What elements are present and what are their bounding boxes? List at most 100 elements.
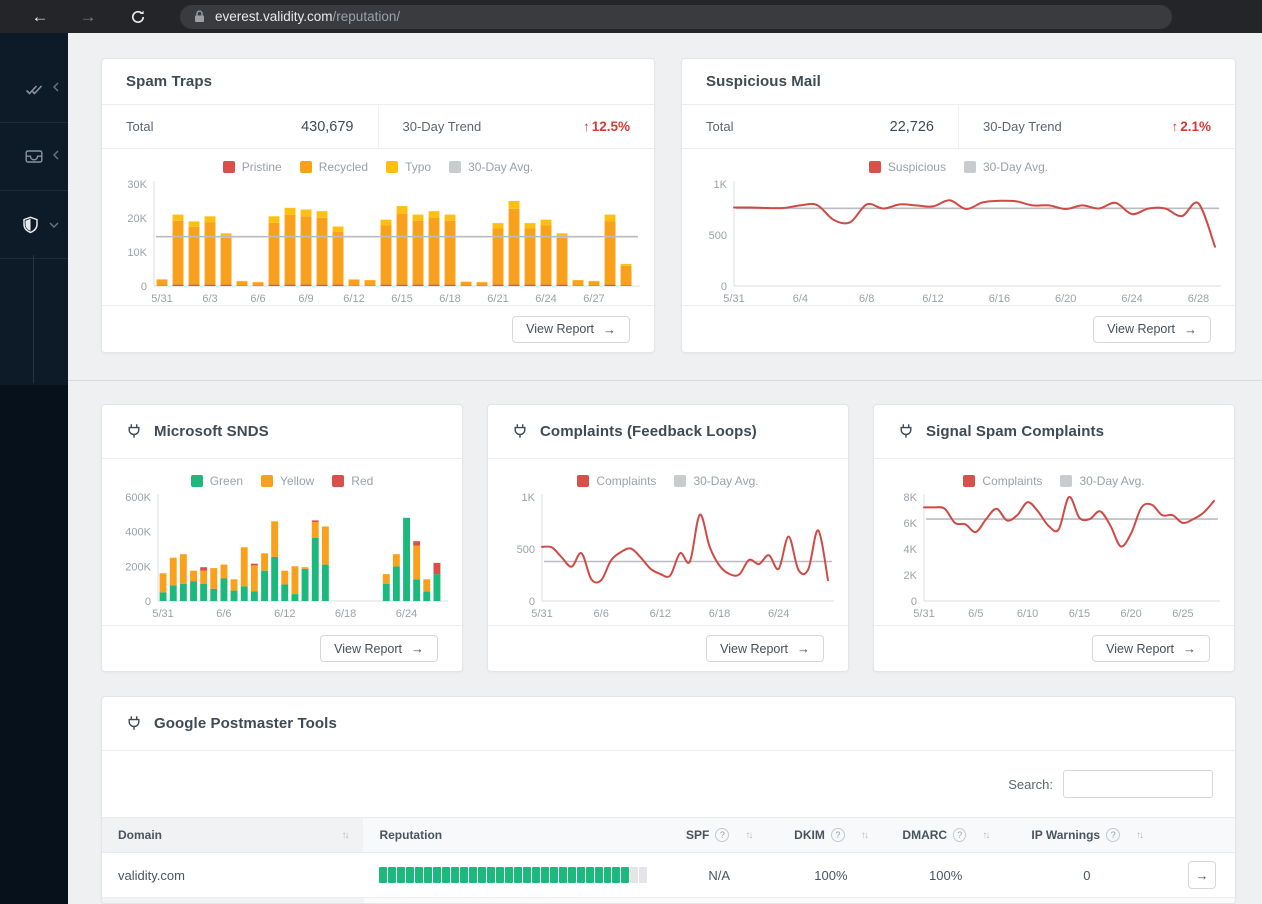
svg-text:6/18: 6/18 bbox=[335, 608, 356, 620]
legend-item: Complaints bbox=[577, 474, 656, 488]
svg-text:500: 500 bbox=[709, 230, 727, 242]
spf-cell: N/A bbox=[708, 867, 730, 883]
signal-spam-card: Signal Spam Complaints Complaints 30-Day … bbox=[873, 404, 1235, 672]
chart-legend: Pristine Recycled Typo 30-Day Avg. bbox=[102, 156, 654, 178]
integration-plug-icon bbox=[126, 715, 142, 732]
svg-text:6/6: 6/6 bbox=[594, 608, 609, 620]
trend-value: ↑ 2.1% bbox=[1171, 119, 1211, 134]
column-header-ip-warnings[interactable]: IP Warnings? ↑↓ bbox=[1004, 818, 1169, 852]
svg-text:6K: 6K bbox=[904, 518, 918, 530]
svg-text:6/20: 6/20 bbox=[1120, 608, 1141, 620]
total-label: Total bbox=[126, 119, 154, 134]
next-table-row-partial bbox=[102, 897, 1235, 903]
legend-item: Typo bbox=[386, 160, 431, 174]
help-icon[interactable]: ? bbox=[830, 828, 845, 842]
legend-item: Pristine bbox=[222, 160, 282, 174]
svg-text:6/12: 6/12 bbox=[274, 608, 295, 620]
svg-text:0: 0 bbox=[529, 596, 535, 608]
shield-icon bbox=[22, 216, 39, 234]
svg-text:6/8: 6/8 bbox=[859, 293, 874, 305]
url-path: /reputation/ bbox=[332, 9, 401, 24]
svg-text:6/10: 6/10 bbox=[1017, 608, 1038, 620]
svg-text:8K: 8K bbox=[904, 492, 918, 504]
domain-cell: validity.com bbox=[118, 867, 185, 883]
sidebar-item-inbox[interactable] bbox=[0, 123, 68, 191]
sort-icon[interactable]: ↑↓ bbox=[341, 830, 349, 841]
trend-label: 30-Day Trend bbox=[402, 119, 482, 134]
legend-item: 30-Day Avg. bbox=[449, 160, 533, 174]
integration-plug-icon bbox=[512, 423, 528, 440]
browser-toolbar: ← → everest.validity.com/reputation/ bbox=[0, 0, 1262, 33]
svg-text:0: 0 bbox=[721, 281, 727, 293]
column-header-dmarc[interactable]: DMARC? ↑↓ bbox=[886, 818, 1004, 852]
arrow-right-icon: → bbox=[797, 641, 810, 656]
complaints-chart: 0 500 1K 5/31 6/6 6/12 6/18 6/24 bbox=[517, 492, 834, 620]
chart-legend: Green Yellow Red bbox=[102, 471, 462, 491]
svg-text:6/12: 6/12 bbox=[650, 608, 671, 620]
url-host: everest.validity.com bbox=[215, 9, 333, 24]
submenu-guide-line bbox=[33, 255, 34, 383]
svg-text:6/24: 6/24 bbox=[535, 293, 556, 305]
table-row: validity.com N/A 100% 100% 0 → bbox=[102, 853, 1235, 897]
search-label: Search: bbox=[1008, 776, 1053, 792]
row-detail-arrow-button[interactable]: → bbox=[1188, 861, 1217, 889]
trend-value: ↑ 12.5% bbox=[582, 119, 630, 134]
browser-forward-button[interactable]: → bbox=[74, 7, 102, 27]
help-icon[interactable]: ? bbox=[1106, 828, 1121, 842]
svg-text:0: 0 bbox=[141, 281, 147, 293]
dmarc-cell: 100% bbox=[929, 867, 963, 883]
microsoft-snds-card: Microsoft SNDS Green Yellow Red 0 200K 400K 6… bbox=[101, 404, 463, 672]
legend-item: 30-Day Avg. bbox=[963, 160, 1048, 174]
column-header-spf[interactable]: SPF? ↑↓ bbox=[663, 818, 775, 852]
double-check-icon bbox=[25, 81, 43, 97]
svg-text:6/5: 6/5 bbox=[968, 608, 983, 620]
svg-text:6/12: 6/12 bbox=[343, 293, 364, 305]
svg-text:5/31: 5/31 bbox=[152, 608, 173, 620]
sidebar-item-verification[interactable] bbox=[0, 55, 68, 123]
search-input[interactable] bbox=[1063, 770, 1213, 798]
sidebar-item-reputation[interactable] bbox=[0, 191, 68, 259]
svg-text:0: 0 bbox=[911, 596, 917, 608]
svg-text:6/9: 6/9 bbox=[298, 293, 313, 305]
row-action-cell: → bbox=[1169, 853, 1235, 897]
svg-text:6/12: 6/12 bbox=[922, 293, 943, 305]
reputation-bar bbox=[379, 867, 648, 883]
browser-reload-icon[interactable] bbox=[124, 9, 152, 25]
section-divider bbox=[68, 380, 1262, 381]
url-bar[interactable]: everest.validity.com/reputation/ bbox=[180, 4, 1172, 29]
spam-traps-card: Spam Traps Total 430,679 30-Day Trend ↑ 1… bbox=[101, 58, 655, 353]
view-report-button[interactable]: View Report → bbox=[512, 315, 630, 343]
view-report-button[interactable]: View Report → bbox=[1093, 315, 1211, 343]
chart-legend: Complaints 30-Day Avg. bbox=[874, 471, 1234, 491]
column-header-dkim[interactable]: DKIM? ↑↓ bbox=[775, 818, 887, 852]
card-title: Microsoft SNDS bbox=[154, 423, 269, 440]
suspicious-mail-card: Suspicious Mail Total 22,726 30-Day Tren… bbox=[681, 58, 1236, 353]
view-report-button[interactable]: View Report → bbox=[1092, 635, 1210, 662]
sidebar-lower-panel bbox=[0, 385, 68, 904]
view-report-button[interactable]: View Report → bbox=[320, 635, 438, 662]
svg-text:5/31: 5/31 bbox=[531, 608, 552, 620]
trend-up-icon: ↑ bbox=[1171, 119, 1179, 134]
sort-icon[interactable]: ↑↓ bbox=[1136, 830, 1144, 841]
legend-item: Recycled bbox=[299, 160, 368, 174]
suspicious-mail-chart: 0 500 1K 5/31 6/4 6/8 6/12 6/16 6/20 6/24 6/28 bbox=[709, 179, 1221, 305]
view-report-button[interactable]: View Report → bbox=[706, 635, 824, 662]
dkim-cell: 100% bbox=[814, 867, 848, 883]
chevron-left-icon bbox=[52, 148, 60, 166]
svg-text:0: 0 bbox=[145, 596, 151, 608]
help-icon[interactable]: ? bbox=[715, 828, 730, 842]
sort-icon[interactable]: ↑↓ bbox=[982, 830, 990, 841]
help-icon[interactable]: ? bbox=[953, 828, 967, 842]
svg-text:10K: 10K bbox=[127, 247, 147, 259]
svg-text:200K: 200K bbox=[125, 561, 151, 573]
column-header-domain[interactable]: Domain ↑↓ bbox=[102, 818, 364, 852]
svg-text:4K: 4K bbox=[904, 544, 918, 556]
sort-icon[interactable]: ↑↓ bbox=[861, 830, 869, 841]
browser-back-button[interactable]: ← bbox=[26, 7, 54, 27]
sort-icon[interactable]: ↑↓ bbox=[745, 830, 753, 841]
svg-text:600K: 600K bbox=[125, 492, 151, 504]
svg-text:6/21: 6/21 bbox=[487, 293, 508, 305]
legend-item: 30-Day Avg. bbox=[1060, 474, 1145, 488]
column-header-reputation: Reputation bbox=[379, 828, 443, 842]
trend-up-icon: ↑ bbox=[582, 119, 590, 134]
